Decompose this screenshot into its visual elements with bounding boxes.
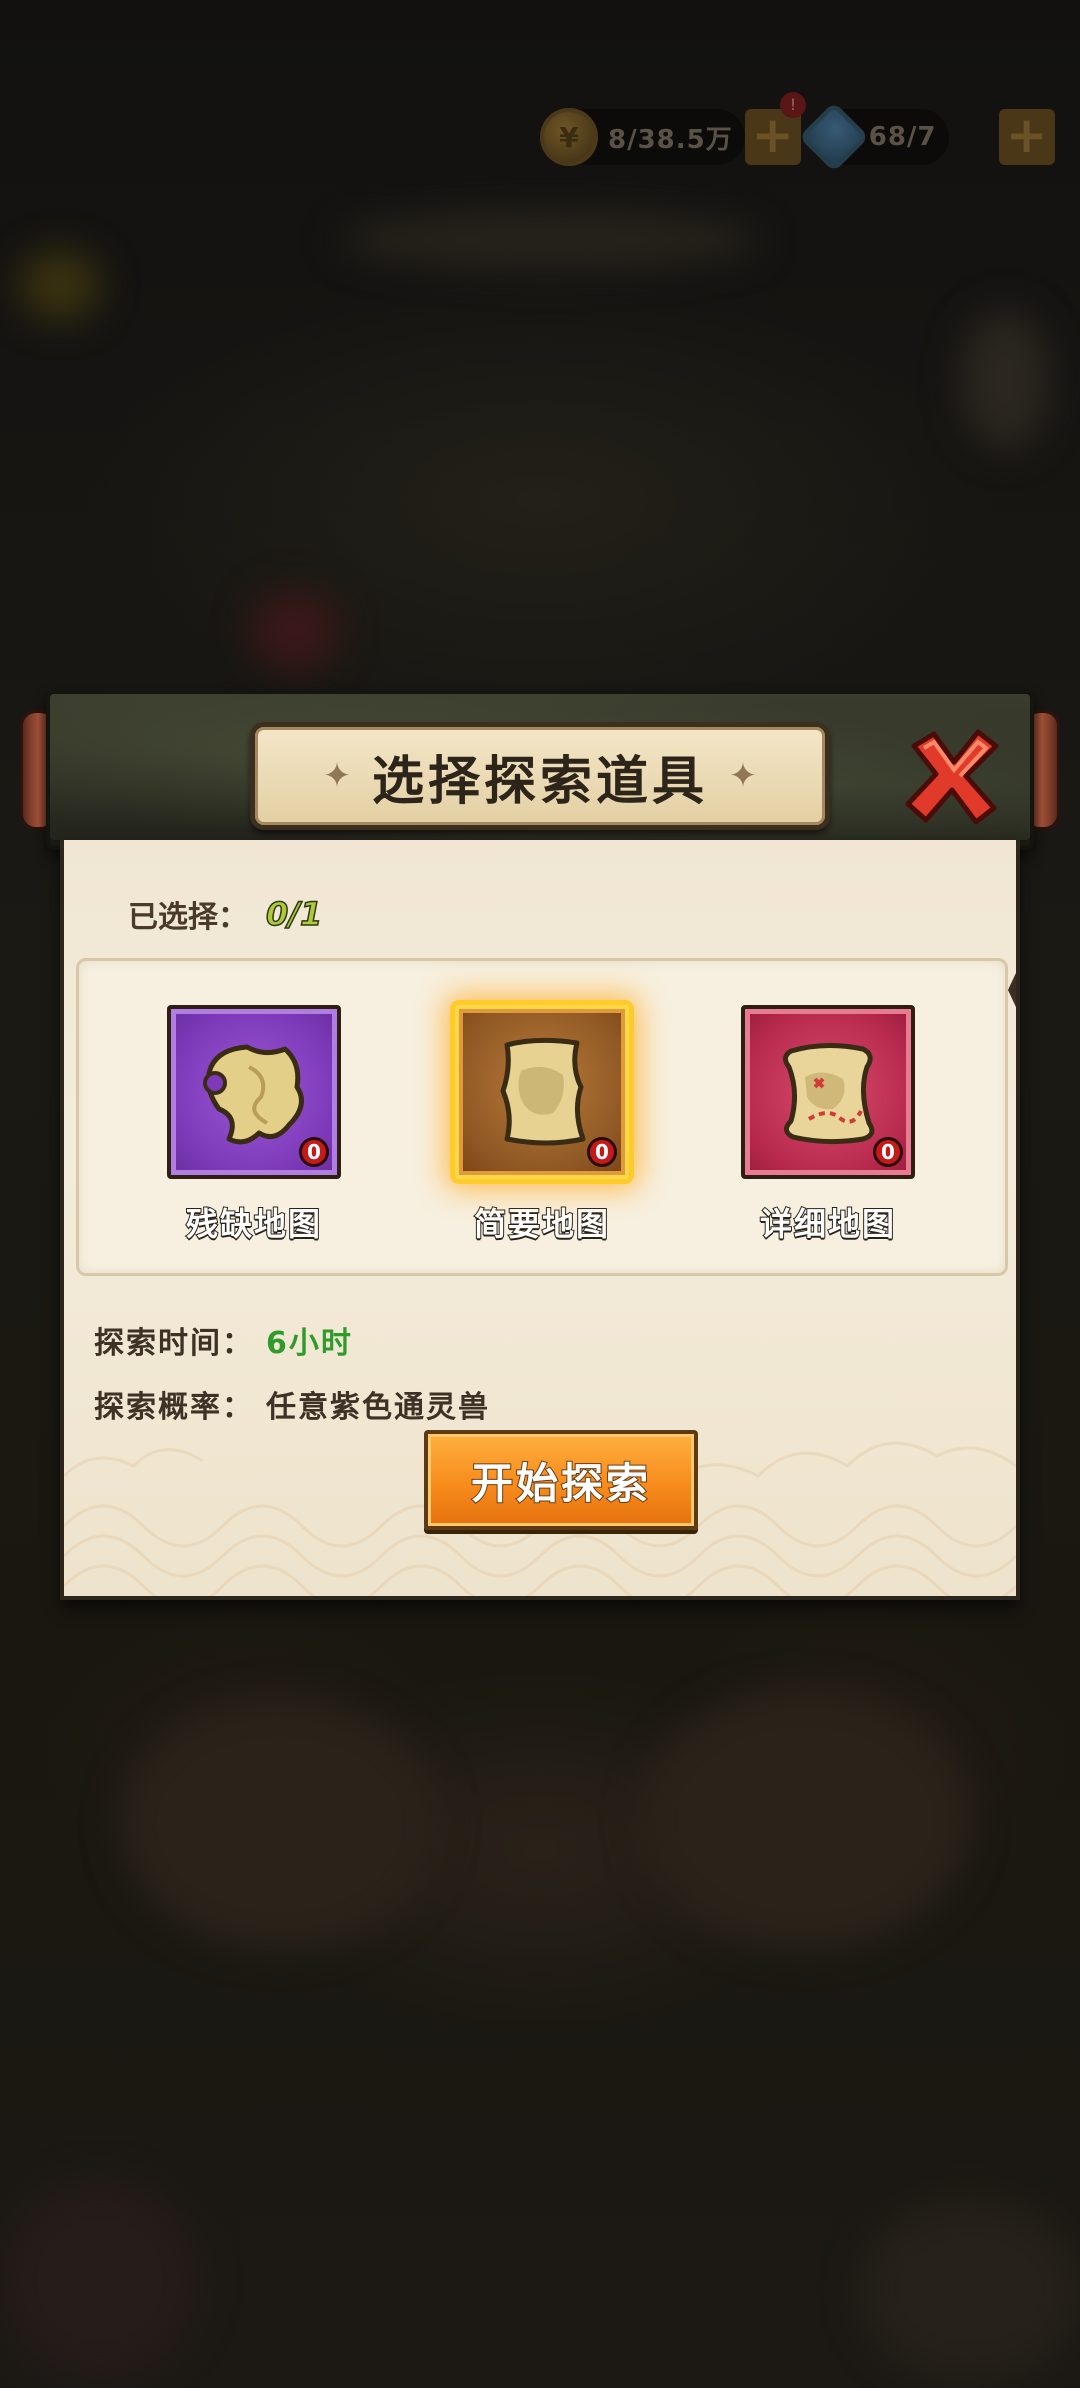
explore-time-value: 6小时	[266, 1326, 353, 1361]
gold-coin-icon: ¥	[540, 108, 598, 166]
shuriken-icon: ✦	[322, 756, 352, 796]
explore-chance-label: 探索概率：	[94, 1390, 254, 1425]
item-count-badge: 0	[873, 1137, 903, 1167]
gold-amount: 8/38.5万	[608, 124, 733, 155]
gem-icon	[798, 101, 870, 173]
notification-badge: !	[780, 92, 806, 118]
item-frame: 0	[741, 1005, 915, 1179]
dialog-title: 选择探索道具	[371, 750, 708, 812]
item-frame: 0	[167, 1005, 341, 1179]
background-blob	[860, 2200, 1080, 2380]
background-blob	[640, 1690, 970, 1950]
item-count-badge: 0	[299, 1137, 329, 1167]
start-explore-label: 开始探索	[470, 1458, 651, 1509]
broken-map-icon	[203, 1044, 304, 1145]
item-count-badge: 0	[587, 1137, 617, 1167]
item-detailed-map[interactable]: 0 详细地图	[741, 1005, 915, 1245]
selected-label: 已选择：	[128, 900, 248, 935]
background-blob	[340, 210, 760, 270]
background-blob	[120, 1700, 440, 1950]
close-icon	[905, 729, 999, 825]
paper-edge-tear	[1008, 960, 1016, 1020]
gem-resource: 68/7	[798, 101, 949, 173]
brief-map-icon	[500, 1037, 586, 1146]
background-blob	[960, 310, 1050, 450]
item-frame-selected: 0	[455, 1005, 629, 1179]
gold-resource: ¥ 8/38.5万	[540, 108, 745, 166]
background-blob	[0, 2180, 200, 2380]
explore-time-row: 探索时间： 6小时	[94, 1318, 353, 1362]
detailed-map-icon	[783, 1042, 875, 1145]
shuriken-icon: ✦	[728, 756, 758, 796]
title-plate: ✦ 选择探索道具 ✦	[250, 722, 830, 830]
selected-count: 0/1	[265, 894, 323, 934]
selected-row: 已选择： 0/1	[128, 892, 323, 936]
dialog-paper: 已选择： 0/1 0 残缺地图 0 简要地图 0 详细地图 探索时间： 6小时 …	[60, 840, 1020, 1600]
item-broken-map[interactable]: 0 残缺地图	[167, 1005, 341, 1245]
resource-bar: ¥ 8/38.5万 + ! 68/7 +	[540, 92, 1080, 174]
add-gem-button[interactable]: +	[998, 109, 1055, 165]
item-label: 详细地图	[759, 1204, 896, 1244]
explore-time-label: 探索时间：	[94, 1326, 254, 1361]
explore-chance-value: 任意紫色通灵兽	[266, 1390, 490, 1425]
explore-item-dialog: ✦ 选择探索道具 ✦ 已选择： 0/1 0 残缺地图 0 简要地图 0 详细地图…	[20, 690, 1060, 1620]
item-label: 残缺地图	[185, 1204, 322, 1244]
background-blob	[20, 250, 100, 320]
gem-amount: 68/7	[868, 122, 937, 152]
start-explore-button[interactable]: 开始探索	[424, 1430, 698, 1530]
background-blob	[250, 590, 340, 670]
item-brief-map[interactable]: 0 简要地图	[455, 1005, 629, 1245]
close-button[interactable]	[900, 724, 1004, 828]
items-panel: 0 残缺地图 0 简要地图 0 详细地图	[76, 958, 1008, 1276]
item-label: 简要地图	[473, 1204, 610, 1244]
explore-chance-row: 探索概率： 任意紫色通灵兽	[94, 1382, 490, 1426]
